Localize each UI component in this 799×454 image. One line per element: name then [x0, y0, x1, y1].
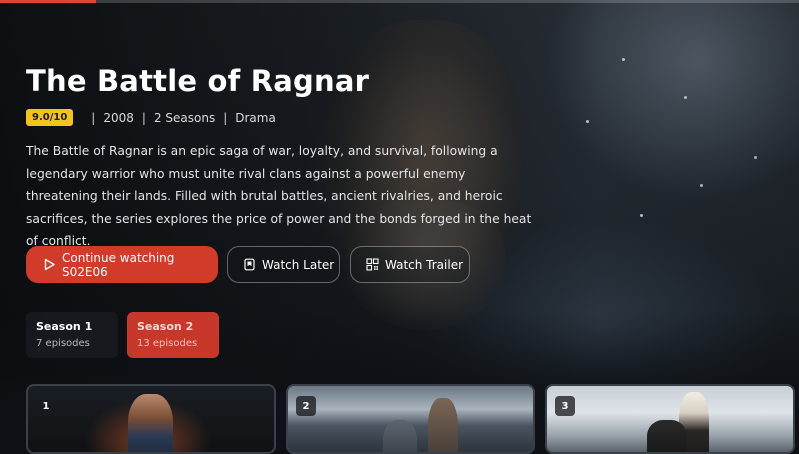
meta-separator: | — [223, 110, 228, 125]
meta-separator: | — [141, 110, 146, 125]
meta-separator: | — [91, 110, 96, 125]
season-name: Season 2 — [137, 320, 194, 333]
play-icon — [44, 258, 55, 271]
episode-card-2[interactable]: 2 — [286, 384, 535, 454]
episode-number: 3 — [555, 396, 575, 416]
progress-fill — [0, 0, 96, 3]
season-episode-count: 7 episodes — [36, 338, 90, 349]
episode-number: 1 — [42, 400, 50, 412]
episode-thumbnail-figure — [428, 398, 458, 452]
episode-number: 2 — [296, 396, 316, 416]
watch-later-button[interactable]: Watch Later — [227, 246, 340, 283]
watch-trailer-button[interactable]: Watch Trailer — [350, 246, 470, 283]
show-description: The Battle of Ragnar is an epic saga of … — [26, 144, 532, 248]
episode-thumbnail-figure — [128, 394, 173, 452]
show-seasons-count: 2 Seasons — [153, 110, 216, 125]
rating-badge: 9.0/10 — [26, 109, 74, 126]
show-title: The Battle of Ragnar — [26, 64, 370, 98]
continue-watching-label: Continue watching S02E06 — [62, 250, 175, 279]
watch-later-label: Watch Later — [262, 257, 335, 272]
episode-card-3[interactable]: 3 — [545, 384, 795, 454]
bookmark-icon — [244, 258, 255, 271]
continue-watching-button[interactable]: Continue watching S02E06 — [26, 246, 218, 283]
season-tab-2[interactable]: Season 2 13 episodes — [127, 312, 219, 358]
episode-thumbnail-figure — [383, 420, 417, 452]
episode-card-1[interactable]: 1 — [26, 384, 276, 454]
season-name: Season 1 — [36, 320, 93, 333]
episode-thumbnail-figure — [647, 420, 687, 452]
progress-track — [0, 0, 799, 3]
show-genre: Drama — [235, 110, 276, 125]
watch-trailer-label: Watch Trailer — [385, 257, 464, 272]
season-episode-count: 13 episodes — [137, 338, 198, 349]
show-year: 2008 — [103, 110, 134, 125]
show-meta: 9.0/10 | 2008 | 2 Seasons | Drama — [26, 109, 276, 126]
qr-code-icon — [366, 258, 379, 271]
season-tab-1[interactable]: Season 1 7 episodes — [26, 312, 118, 358]
